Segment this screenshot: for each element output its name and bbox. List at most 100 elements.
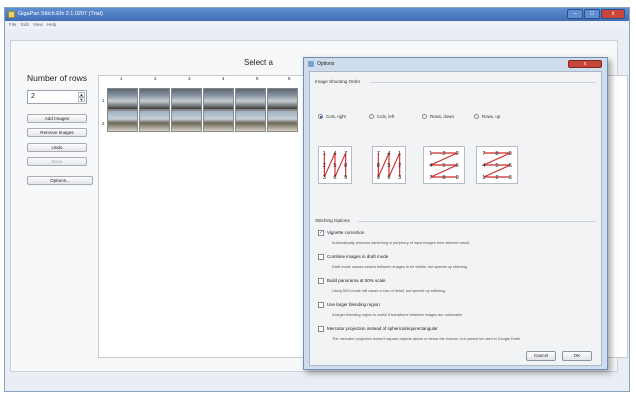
row-number: 2	[102, 121, 105, 126]
image-thumbnail[interactable]	[171, 110, 202, 132]
draft-mode-checkbox[interactable]	[318, 254, 324, 260]
order-diagram-cols-left[interactable]: 7 4 1 8 5 2 9 6 3	[372, 146, 406, 184]
order-diagram-rows-up[interactable]: 7 8 9 4 5 6 1 2 3	[476, 146, 518, 184]
larger-blending-checkbox[interactable]	[318, 302, 324, 308]
order-number: 7	[429, 175, 432, 181]
order-rows-up-radio[interactable]	[474, 114, 479, 119]
order-number: 4	[333, 151, 336, 157]
order-number: 5	[495, 163, 498, 169]
order-number: 1	[429, 151, 432, 157]
divider	[370, 82, 596, 83]
order-number: 8	[377, 163, 380, 169]
image-thumbnail[interactable]	[107, 110, 138, 132]
window-title: GigaPan Stitch.Efx 2.1.0207 (Trial)	[18, 11, 103, 17]
order-number: 5	[387, 163, 390, 169]
order-number: 9	[344, 175, 347, 181]
image-thumbnail[interactable]	[139, 110, 170, 132]
stitching-options-heading: Stitching Options	[315, 218, 350, 223]
order-number: 8	[344, 163, 347, 169]
menu-help[interactable]: Help	[47, 22, 56, 27]
order-number: 4	[482, 163, 485, 169]
maximize-button[interactable]: □	[584, 9, 600, 19]
order-number: 7	[377, 151, 380, 157]
order-diagram-rows-down[interactable]: 1 2 3 4 5 6 7 8 9	[423, 146, 465, 184]
image-thumbnail[interactable]	[171, 88, 202, 110]
image-thumbnail[interactable]	[267, 88, 298, 110]
options-button[interactable]: Options...	[27, 176, 93, 185]
undo-button[interactable]: Undo	[27, 143, 87, 152]
order-number: 4	[429, 163, 432, 169]
redo-button[interactable]: Redo	[27, 157, 87, 166]
order-number: 1	[398, 151, 401, 157]
menu-view[interactable]: View	[33, 22, 43, 27]
mercator-checkbox[interactable]	[318, 326, 324, 332]
add-images-button[interactable]: Add Images	[27, 114, 87, 123]
order-number: 4	[387, 151, 390, 157]
order-number: 2	[323, 163, 326, 169]
order-number: 1	[482, 175, 485, 181]
remove-images-button[interactable]: Remove Images	[27, 128, 87, 137]
column-number: 6	[288, 76, 291, 81]
rows-label: Number of rows	[27, 73, 87, 83]
order-number: 3	[509, 175, 512, 181]
order-cols-left-radio[interactable]	[369, 114, 374, 119]
order-number: 9	[509, 151, 512, 157]
order-number: 6	[333, 175, 336, 181]
option-description: A larger blending region is useful if tr…	[332, 313, 464, 317]
dialog-icon	[308, 61, 314, 67]
dialog-close-button[interactable]: x	[568, 60, 602, 68]
close-button[interactable]: x	[601, 9, 625, 19]
option-label: Vignette correction	[327, 230, 365, 235]
dialog-title-bar: Options x	[304, 58, 607, 70]
order-number: 7	[344, 151, 347, 157]
order-option-label: Cols, left	[377, 114, 395, 119]
image-thumbnail[interactable]	[203, 110, 234, 132]
option-description: Using 50% mode will cause a loss of deta…	[332, 289, 446, 293]
order-number: 5	[333, 163, 336, 169]
vignette-checkbox[interactable]: ✓	[318, 230, 324, 236]
image-thumbnail[interactable]	[235, 88, 266, 110]
dialog-body: Image Shooting Order Cols, right Cols, l…	[309, 71, 602, 366]
option-label: Use larger blending region	[327, 302, 380, 307]
ok-button[interactable]: OK	[562, 351, 592, 361]
menu-edit[interactable]: Edit	[21, 22, 29, 27]
dialog-title: Options	[317, 61, 335, 67]
order-option-label: Rows, up	[482, 114, 501, 119]
order-cols-right-radio[interactable]	[318, 114, 323, 119]
grid-header: Select a	[244, 58, 273, 67]
order-number: 8	[495, 151, 498, 157]
title-bar: GigaPan Stitch.Efx 2.1.0207 (Trial) – □ …	[5, 8, 629, 21]
image-thumbnail[interactable]	[139, 88, 170, 110]
order-number: 9	[456, 175, 459, 181]
option-description: Draft mode causes seams between images t…	[332, 265, 468, 269]
image-thumbnail[interactable]	[267, 110, 298, 132]
option-label: Build panorama at 50% scale	[327, 278, 386, 283]
order-number: 2	[495, 175, 498, 181]
order-number: 6	[456, 163, 459, 169]
divider	[358, 221, 596, 222]
order-number: 3	[323, 175, 326, 181]
order-number: 3	[398, 175, 401, 181]
half-scale-checkbox[interactable]	[318, 278, 324, 284]
minimize-button[interactable]: –	[567, 9, 583, 19]
image-thumbnail[interactable]	[203, 88, 234, 110]
order-number: 1	[323, 151, 326, 157]
options-dialog: Options x Image Shooting Order Cols, rig…	[303, 57, 608, 370]
menu-file[interactable]: File	[9, 22, 16, 27]
order-number: 6	[509, 163, 512, 169]
order-number: 6	[387, 175, 390, 181]
order-number: 3	[456, 151, 459, 157]
image-thumbnail[interactable]	[107, 88, 138, 110]
order-number: 2	[442, 151, 445, 157]
order-rows-down-radio[interactable]	[422, 114, 427, 119]
order-diagram-cols-right[interactable]: 1 4 7 2 5 8 3 6 9	[318, 146, 352, 184]
order-number: 7	[482, 151, 485, 157]
option-description: The mercator projection doesn't squash o…	[332, 337, 522, 341]
column-number: 4	[222, 76, 225, 81]
spin-down-icon[interactable]: ▼	[78, 97, 85, 102]
option-label: Combine images in draft mode	[327, 254, 389, 259]
cancel-button[interactable]: Cancel	[526, 351, 556, 361]
image-thumbnail[interactable]	[235, 110, 266, 132]
option-description: Automatically removes darkening in perip…	[332, 241, 470, 245]
rows-spinner[interactable]: 2 ▲ ▼	[27, 90, 87, 104]
